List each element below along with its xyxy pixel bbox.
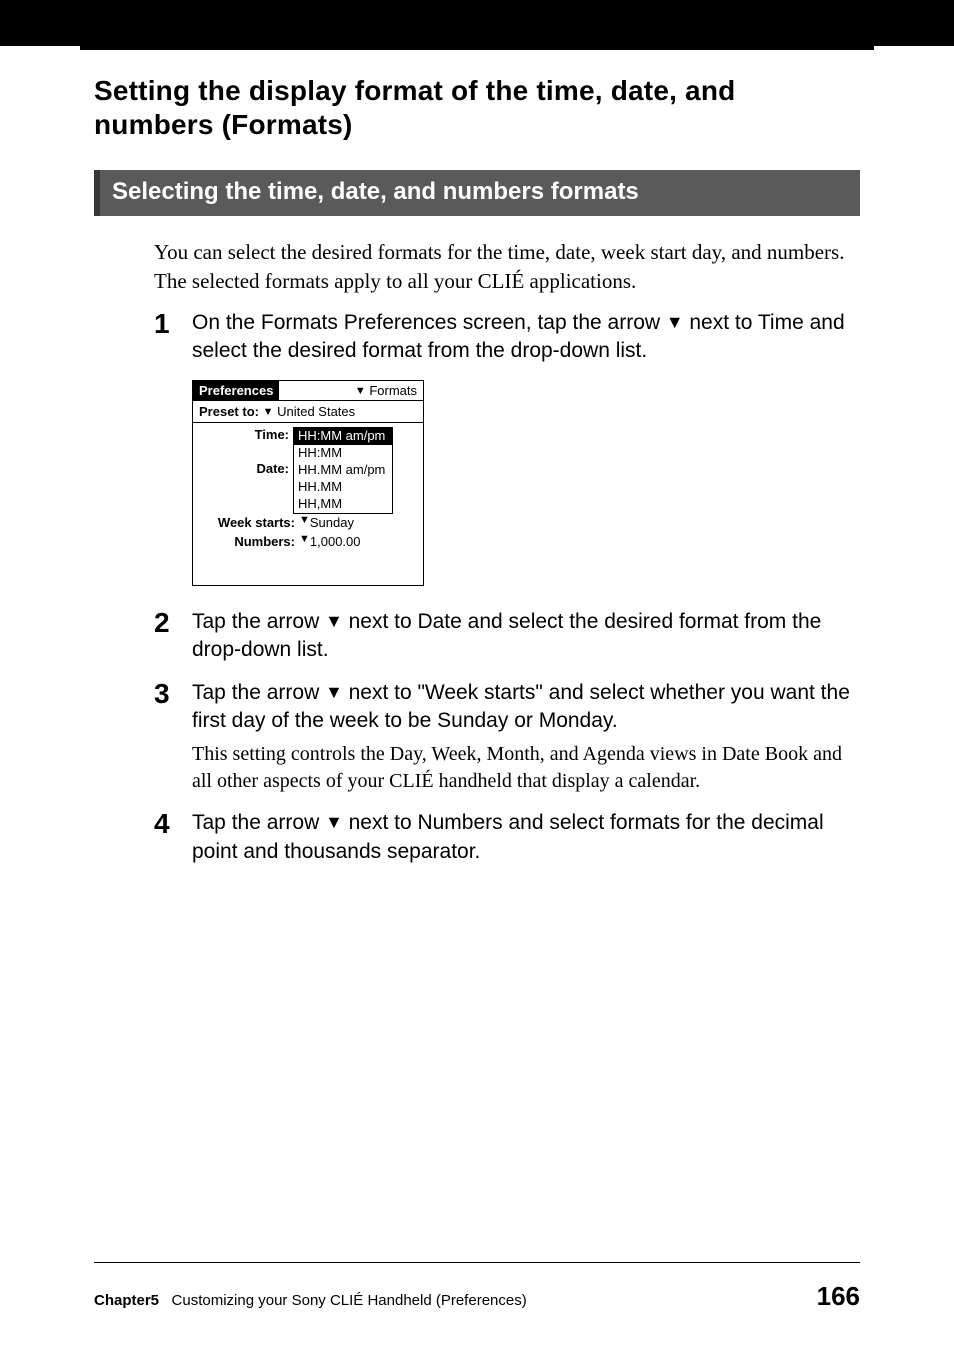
step-text-a: Tap the arrow (192, 811, 325, 834)
step-instruction: Tap the arrow ▼ next to Numbers and sele… (192, 809, 860, 866)
dropdown-arrow-icon: ▼ (299, 533, 310, 549)
content-area: Setting the display format of the time, … (94, 74, 860, 880)
step-body: Tap the arrow ▼ next to Date and select … (192, 608, 860, 665)
step-body: Tap the arrow ▼ next to Numbers and sele… (192, 809, 860, 866)
sub-heading-bar: Selecting the time, date, and numbers fo… (94, 170, 860, 216)
dropdown-arrow-icon: ▼ (299, 514, 310, 530)
step-instruction: On the Formats Preferences screen, tap t… (192, 309, 860, 366)
preset-label: Preset to: (199, 404, 259, 419)
date-label: Date: (193, 461, 289, 478)
step-number: 3 (154, 679, 192, 796)
preset-value: United States (277, 404, 355, 419)
down-arrow-icon: ▼ (666, 310, 684, 334)
top-rule (80, 46, 874, 50)
dropdown-arrow-icon: ▼ (355, 385, 366, 399)
step-4: 4 Tap the arrow ▼ next to Numbers and se… (154, 809, 860, 866)
down-arrow-icon: ▼ (325, 609, 343, 633)
step-note: This setting controls the Day, Week, Mon… (192, 741, 860, 795)
numbers-value: 1,000.00 (310, 534, 361, 550)
pda-blank-area (193, 551, 423, 585)
time-label: Time: (193, 427, 289, 444)
dropdown-option[interactable]: HH.MM am/pm (294, 462, 392, 479)
step-number: 2 (154, 608, 192, 665)
dropdown-option[interactable]: HH,MM (294, 496, 392, 513)
footer-chapter: Chapter5 (94, 1292, 159, 1309)
step-body: Tap the arrow ▼ next to "Week starts" an… (192, 679, 860, 796)
spacer (193, 495, 289, 512)
step-text-a: Tap the arrow (192, 610, 325, 633)
numbers-label: Numbers: (199, 534, 299, 550)
dropdown-option[interactable]: HH:MM (294, 445, 392, 462)
spacer (193, 444, 289, 461)
step-instruction: Tap the arrow ▼ next to "Week starts" an… (192, 679, 860, 736)
footer-row: Chapter5 Customizing your Sony CLIÉ Hand… (94, 1281, 860, 1312)
dropdown-arrow-icon: ▼ (263, 406, 274, 420)
pda-preset-row: Preset to: ▼ United States (193, 401, 423, 424)
step-1: 1 On the Formats Preferences screen, tap… (154, 309, 860, 366)
step-number: 4 (154, 809, 192, 866)
page-root: Setting the display format of the time, … (0, 0, 954, 1352)
week-starts-value: Sunday (310, 515, 354, 531)
footer-left: Chapter5 Customizing your Sony CLIÉ Hand… (94, 1292, 527, 1309)
step-text-a: Tap the arrow (192, 681, 325, 704)
down-arrow-icon: ▼ (325, 680, 343, 704)
step-instruction: Tap the arrow ▼ next to Date and select … (192, 608, 860, 665)
step-number: 1 (154, 309, 192, 366)
dropdown-option[interactable]: HH.MM (294, 479, 392, 496)
pda-numbers-row: Numbers: ▼ 1,000.00 (193, 533, 423, 551)
section-heading: Setting the display format of the time, … (94, 74, 860, 142)
dropdown-option-selected[interactable]: HH:MM am/pm (294, 428, 392, 445)
pda-titlebar: Preferences ▼ Formats (193, 381, 423, 401)
page-footer: Chapter5 Customizing your Sony CLIÉ Hand… (94, 1262, 860, 1312)
step-2: 2 Tap the arrow ▼ next to Date and selec… (154, 608, 860, 665)
pda-field-labels: Time: Date: (193, 427, 293, 514)
step-text-a: On the Formats Preferences screen, tap t… (192, 311, 666, 334)
pda-title-left: Preferences (193, 381, 279, 401)
pda-screenshot: Preferences ▼ Formats Preset to: ▼ Unite… (192, 380, 860, 586)
pda-week-row: Week starts: ▼ Sunday (193, 514, 423, 532)
page-number: 166 (817, 1281, 860, 1312)
pda-time-dropdown[interactable]: HH:MM am/pm HH:MM HH.MM am/pm HH.MM HH,M… (293, 427, 393, 514)
pda-title-right: ▼ Formats (279, 381, 423, 401)
week-starts-label: Week starts: (199, 515, 299, 531)
pda-screen: Preferences ▼ Formats Preset to: ▼ Unite… (192, 380, 424, 586)
footer-chapter-title: Customizing your Sony CLIÉ Handheld (Pre… (172, 1292, 527, 1309)
step-body: On the Formats Preferences screen, tap t… (192, 309, 860, 366)
top-black-bar (0, 0, 954, 46)
down-arrow-icon: ▼ (325, 810, 343, 834)
spacer (193, 478, 289, 495)
pda-format-grid: Time: Date: HH:MM am/pm HH:MM HH.MM am/p… (193, 423, 423, 514)
intro-paragraph: You can select the desired formats for t… (154, 238, 860, 295)
step-3: 3 Tap the arrow ▼ next to "Week starts" … (154, 679, 860, 796)
pda-title-right-label: Formats (369, 383, 417, 398)
footer-rule (94, 1262, 860, 1263)
